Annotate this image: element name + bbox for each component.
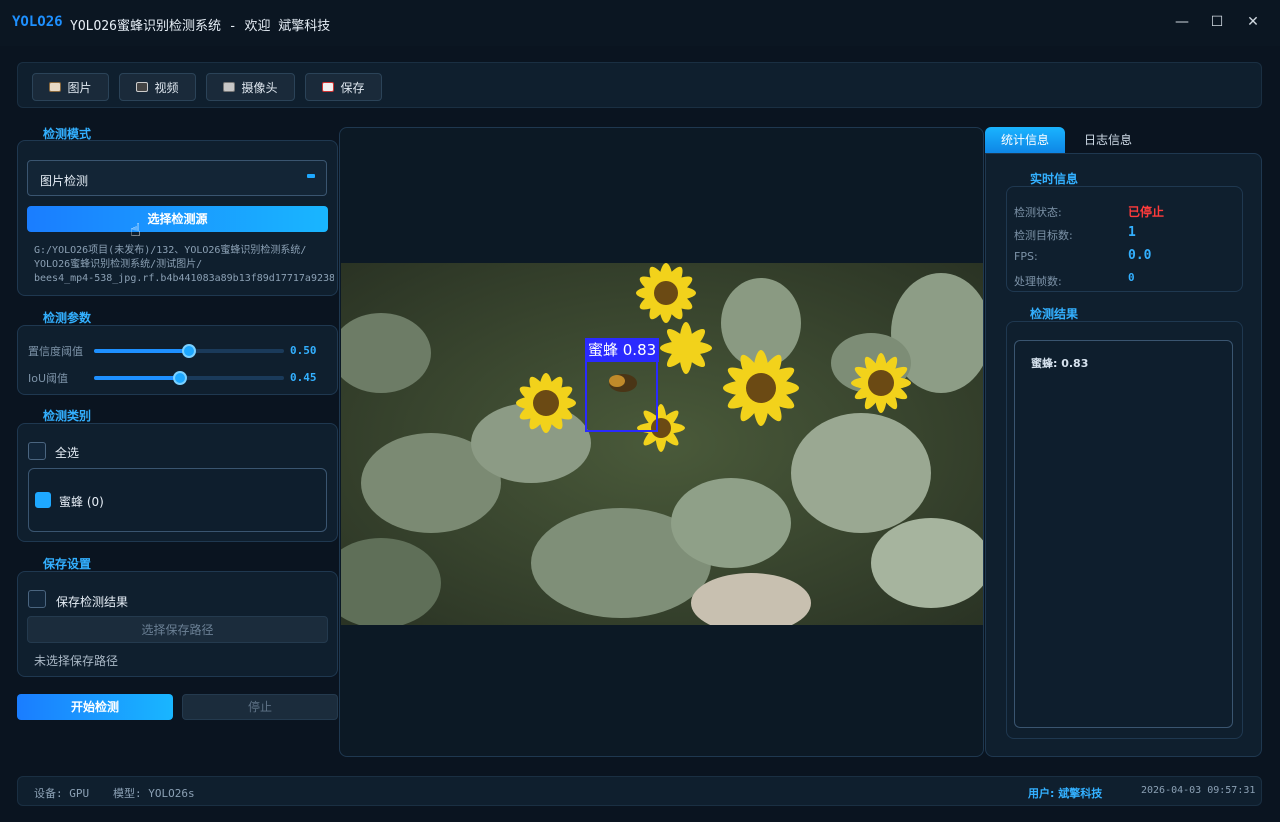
toolbar: 图片 视频 摄像头 保存 <box>17 62 1262 108</box>
video-icon <box>136 82 149 92</box>
status-value: 已停止 <box>1128 205 1165 219</box>
detect-classes-title: 检测类别 <box>43 409 92 423</box>
iou-value: 0.45 <box>290 371 317 384</box>
detect-mode-value: 图片检测 <box>40 174 89 188</box>
select-save-path-button[interactable]: 选择保存路径 <box>27 616 328 643</box>
save-results-label: 保存检测结果 <box>56 595 129 609</box>
save-path-status: 未选择保存路径 <box>34 654 119 668</box>
class-bee-label: 蜜蜂 (0) <box>59 495 104 509</box>
save-settings-title: 保存设置 <box>43 557 92 571</box>
iou-label: IoU阈值 <box>28 372 69 385</box>
select-all-label: 全选 <box>55 446 80 460</box>
model-info: 模型: YOLO26s <box>113 787 195 800</box>
frames-label: 处理帧数: <box>1014 275 1062 288</box>
confidence-slider-fill <box>94 349 189 353</box>
save-button-label: 保存 <box>340 80 365 95</box>
iou-slider-thumb[interactable] <box>172 371 187 385</box>
confidence-label: 置信度阈值 <box>28 345 83 358</box>
confidence-slider-thumb[interactable] <box>182 344 196 358</box>
confidence-value: 0.50 <box>290 344 317 357</box>
frames-value: 0 <box>1128 271 1135 284</box>
detection-results-list: 蜜蜂: 0.83 <box>1014 340 1233 728</box>
iou-slider-row: IoU阈值 0.45 <box>28 369 328 387</box>
source-path-text: G:/YOLO26项目(未发布)/132、YOLO26蜜蜂识别检测系统/ YOL… <box>34 244 334 288</box>
target-count-value: 1 <box>1128 225 1136 240</box>
class-bee-checkbox[interactable] <box>35 492 51 508</box>
image-display-panel: 蜜蜂 0.83 <box>339 127 984 757</box>
confidence-slider-row: 置信度阈值 0.50 <box>28 342 328 360</box>
target-count-label: 检测目标数: <box>1014 229 1073 242</box>
tab-log[interactable]: 日志信息 <box>1068 127 1148 153</box>
class-list: 蜜蜂 (0) <box>28 468 327 532</box>
select-all-checkbox[interactable] <box>28 442 46 460</box>
camera-icon <box>223 82 236 92</box>
fps-label: FPS: <box>1014 250 1038 263</box>
close-button[interactable]: ✕ <box>1239 10 1267 34</box>
title-bar: YOLO26 YOLO26蜜蜂识别检测系统 - 欢迎 斌擎科技 — ☐ ✕ <box>0 0 1280 46</box>
stop-detection-button[interactable]: 停止 <box>182 694 338 720</box>
mouse-cursor-icon: ☝ <box>130 220 141 241</box>
iou-slider[interactable] <box>94 371 284 385</box>
minimize-button[interactable]: — <box>1168 10 1196 34</box>
save-button[interactable]: 保存 <box>305 73 382 101</box>
detection-label: 蜜蜂 0.83 <box>585 338 660 362</box>
tab-statistics[interactable]: 统计信息 <box>985 127 1065 153</box>
image-button-label: 图片 <box>67 80 92 95</box>
detection-image <box>341 263 983 625</box>
detect-mode-title: 检测模式 <box>43 127 92 141</box>
confidence-slider[interactable] <box>94 344 284 358</box>
maximize-button[interactable]: ☐ <box>1203 10 1231 34</box>
start-detection-button[interactable]: 开始检测 <box>17 694 173 720</box>
detection-result-item: 蜜蜂: 0.83 <box>1031 357 1089 370</box>
status-bar: 设备: GPU 模型: YOLO26s 用户: 斌擎科技 2026-04-03 … <box>17 776 1262 806</box>
window-title: YOLO26蜜蜂识别检测系统 - 欢迎 斌擎科技 <box>70 19 331 34</box>
realtime-info-title: 实时信息 <box>1030 172 1079 186</box>
video-button-label: 视频 <box>154 80 179 95</box>
iou-slider-fill <box>94 376 180 380</box>
datetime: 2026-04-03 09:57:31 <box>1141 785 1256 796</box>
camera-button[interactable]: 摄像头 <box>206 73 295 101</box>
app-logo: YOLO26 <box>12 14 63 30</box>
image-icon <box>49 82 62 92</box>
save-results-checkbox[interactable] <box>28 590 46 608</box>
user-info: 用户: 斌擎科技 <box>1028 787 1103 800</box>
video-button[interactable]: 视频 <box>119 73 196 101</box>
status-label: 检测状态: <box>1014 206 1062 219</box>
device-info: 设备: GPU <box>34 787 90 800</box>
detection-results-title: 检测结果 <box>1030 307 1079 321</box>
source-path-line: G:/YOLO26项目(未发布)/132、YOLO26蜜蜂识别检测系统/ YOL… <box>34 245 334 284</box>
save-icon <box>322 82 335 92</box>
select-source-button[interactable]: 选择检测源 <box>27 206 328 232</box>
detect-mode-select[interactable]: 图片检测 <box>27 160 327 196</box>
camera-button-label: 摄像头 <box>241 80 278 95</box>
dropdown-arrow-icon <box>307 174 315 178</box>
image-button[interactable]: 图片 <box>32 73 109 101</box>
fps-value: 0.0 <box>1128 248 1152 263</box>
detect-params-title: 检测参数 <box>43 311 92 325</box>
